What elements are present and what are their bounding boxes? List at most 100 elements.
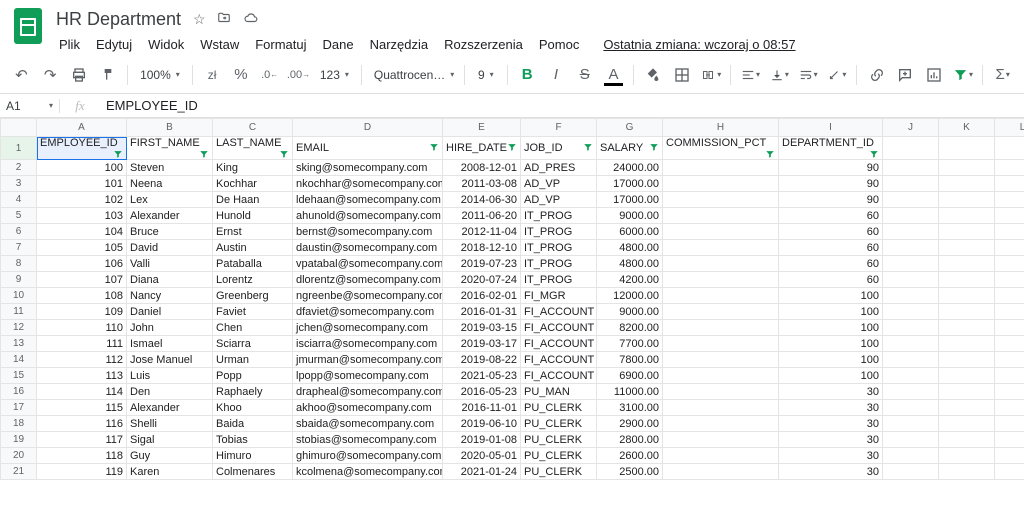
cell[interactable]: isciarra@somecompany.com [293,336,443,352]
cell[interactable] [883,416,939,432]
cell[interactable]: 102 [37,192,127,208]
cell[interactable] [995,240,1024,256]
cell[interactable]: 90 [779,192,883,208]
cell[interactable]: 30 [779,464,883,480]
cell[interactable] [939,448,995,464]
font-family-select[interactable]: Quattrocen… [368,63,458,87]
cell[interactable]: 17000.00 [597,192,663,208]
cell[interactable] [663,224,779,240]
cell[interactable] [663,416,779,432]
cell[interactable]: Nancy [127,288,213,304]
cell[interactable] [995,336,1024,352]
filter-icon[interactable] [429,142,439,152]
cell[interactable]: 60 [779,224,883,240]
cell[interactable] [663,272,779,288]
menu-rozszerzenia[interactable]: Rozszerzenia [437,33,530,56]
cell[interactable]: dlorentz@somecompany.com [293,272,443,288]
cell[interactable]: 112 [37,352,127,368]
merge-cells-button[interactable] [697,61,724,89]
cell[interactable] [883,320,939,336]
cell[interactable]: 9000.00 [597,304,663,320]
cell[interactable]: kcolmena@somecompany.com [293,464,443,480]
cell[interactable]: 111 [37,336,127,352]
cell[interactable]: 108 [37,288,127,304]
cell[interactable]: 2020-05-01 [443,448,521,464]
cell[interactable]: 60 [779,208,883,224]
cell[interactable]: Khoo [213,400,293,416]
formula-input[interactable]: EMPLOYEE_ID [100,98,1024,113]
cell[interactable] [663,256,779,272]
cell[interactable]: 2019-03-15 [443,320,521,336]
cell[interactable] [995,368,1024,384]
cell[interactable] [995,400,1024,416]
cell[interactable] [995,256,1024,272]
cell[interactable]: 12000.00 [597,288,663,304]
font-size-select[interactable]: 9 [471,63,501,87]
cell[interactable]: EMPLOYEE_ID [37,137,127,160]
cell[interactable]: 7800.00 [597,352,663,368]
menu-widok[interactable]: Widok [141,33,191,56]
cell[interactable] [883,464,939,480]
cell[interactable]: 2011-03-08 [443,176,521,192]
filter-icon[interactable] [869,149,879,159]
cell[interactable]: FI_ACCOUNT [521,336,597,352]
horizontal-align-button[interactable] [737,61,764,89]
row-header-4[interactable]: 4 [1,192,37,208]
cell[interactable] [995,224,1024,240]
cell[interactable] [883,137,939,160]
cell[interactable]: 113 [37,368,127,384]
filter-icon[interactable] [507,142,517,152]
cell[interactable]: 3100.00 [597,400,663,416]
cell[interactable]: 2021-05-23 [443,368,521,384]
row-header-14[interactable]: 14 [1,352,37,368]
cell[interactable] [939,160,995,176]
row-header-10[interactable]: 10 [1,288,37,304]
cell[interactable] [939,272,995,288]
cell[interactable]: 2019-06-10 [443,416,521,432]
cell[interactable]: 114 [37,384,127,400]
cell[interactable] [663,432,779,448]
cell[interactable] [939,384,995,400]
cell[interactable] [995,137,1024,160]
col-header-E[interactable]: E [443,119,521,137]
vertical-align-button[interactable] [766,61,793,89]
cell[interactable] [995,432,1024,448]
filter-icon[interactable] [199,149,209,159]
cell[interactable]: PU_CLERK [521,416,597,432]
text-color-button[interactable]: A [600,61,627,89]
cell[interactable]: Lex [127,192,213,208]
cell[interactable]: 4800.00 [597,240,663,256]
cell[interactable]: daustin@somecompany.com [293,240,443,256]
cell[interactable]: stobias@somecompany.com [293,432,443,448]
fill-color-button[interactable] [640,61,667,89]
filter-icon[interactable] [279,149,289,159]
row-header-13[interactable]: 13 [1,336,37,352]
cell[interactable]: 100 [779,288,883,304]
cell[interactable]: 2018-12-10 [443,240,521,256]
zoom-select[interactable]: 100% [134,63,186,87]
cell[interactable]: drapheal@somecompany.com [293,384,443,400]
row-header-12[interactable]: 12 [1,320,37,336]
cell[interactable] [995,384,1024,400]
cell[interactable] [883,192,939,208]
cell[interactable]: 2014-06-30 [443,192,521,208]
cell[interactable]: 30 [779,448,883,464]
cell[interactable]: 30 [779,384,883,400]
cell[interactable] [939,192,995,208]
cell[interactable] [663,320,779,336]
sheets-logo[interactable] [8,6,48,46]
cell[interactable]: David [127,240,213,256]
cell[interactable] [995,416,1024,432]
cell[interactable]: 90 [779,176,883,192]
cell[interactable]: 106 [37,256,127,272]
cell[interactable]: 100 [779,336,883,352]
row-header-8[interactable]: 8 [1,256,37,272]
cell[interactable] [663,352,779,368]
cell[interactable]: AD_PRES [521,160,597,176]
cell[interactable]: 2020-07-24 [443,272,521,288]
cell[interactable]: Sigal [127,432,213,448]
row-header-20[interactable]: 20 [1,448,37,464]
cell[interactable]: jmurman@somecompany.com [293,352,443,368]
cell[interactable] [995,160,1024,176]
cell[interactable]: Diana [127,272,213,288]
